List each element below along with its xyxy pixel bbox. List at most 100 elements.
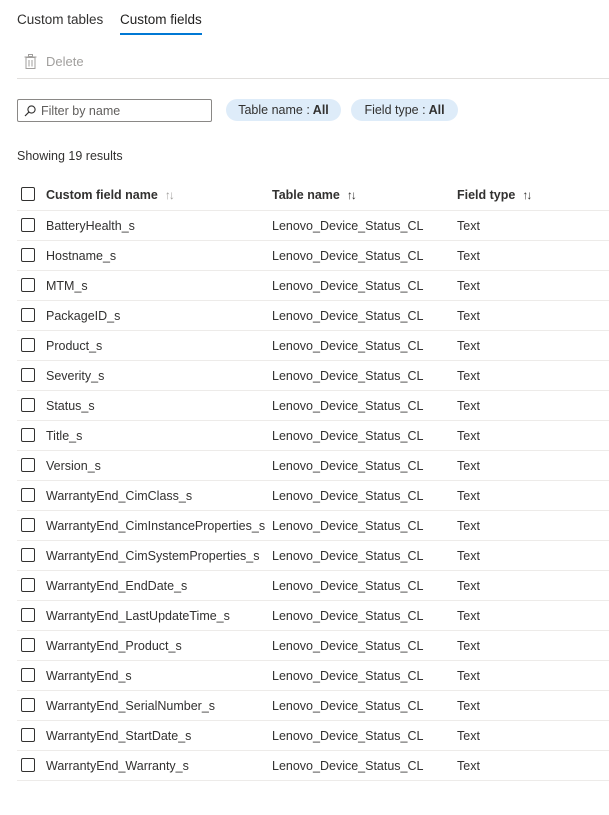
cell-field-type: Text [457,759,480,773]
row-checkbox[interactable] [21,398,35,412]
column-header-custom-field-name[interactable]: Custom field name ↑↓ [46,188,175,202]
cell-field-name: WarrantyEnd_EndDate_s [46,579,188,593]
delete-label: Delete [46,54,84,69]
cell-field-type: Text [457,249,480,263]
cell-field-type: Text [457,429,480,443]
cell-table-name: Lenovo_Device_Status_CL [272,699,424,713]
table-row[interactable]: MTM_s Lenovo_Device_Status_CL Text [17,271,609,301]
cell-table-name: Lenovo_Device_Status_CL [272,549,424,563]
row-checkbox[interactable] [21,308,35,322]
cell-table-name: Lenovo_Device_Status_CL [272,399,424,413]
command-bar: Delete [17,50,609,79]
cell-table-name: Lenovo_Device_Status_CL [272,279,424,293]
table-name-filter-label: Table name : [238,103,310,117]
row-checkbox[interactable] [21,428,35,442]
table-row[interactable]: WarrantyEnd_StartDate_s Lenovo_Device_Sta… [17,721,609,751]
cell-table-name: Lenovo_Device_Status_CL [272,339,424,353]
cell-field-type: Text [457,669,480,683]
row-checkbox[interactable] [21,668,35,682]
row-checkbox[interactable] [21,698,35,712]
table-row[interactable]: WarrantyEnd_SerialNumber_s Lenovo_Device_… [17,691,609,721]
row-checkbox[interactable] [21,578,35,592]
cell-field-name: MTM_s [46,279,88,293]
table-row[interactable]: Severity_s Lenovo_Device_Status_CL Text [17,361,609,391]
column-header-label: Table name [272,188,340,202]
row-checkbox[interactable] [21,548,35,562]
tab-bar: Custom tables Custom fields [17,0,202,36]
row-checkbox[interactable] [21,518,35,532]
field-type-filter-pill[interactable]: Field type : All [351,99,458,121]
cell-table-name: Lenovo_Device_Status_CL [272,489,424,503]
table-row[interactable]: WarrantyEnd_s Lenovo_Device_Status_CL Text [17,661,609,691]
filter-search-box[interactable] [17,99,212,122]
table-body: BatteryHealth_s Lenovo_Device_Status_CL Te… [17,211,609,781]
cell-table-name: Lenovo_Device_Status_CL [272,579,424,593]
table-row[interactable]: Version_s Lenovo_Device_Status_CL Text [17,451,609,481]
row-checkbox[interactable] [21,248,35,262]
cell-field-type: Text [457,459,480,473]
row-checkbox[interactable] [21,608,35,622]
search-icon [24,104,36,116]
table-row[interactable]: Hostname_s Lenovo_Device_Status_CL Text [17,241,609,271]
cell-field-type: Text [457,579,480,593]
cell-table-name: Lenovo_Device_Status_CL [272,759,424,773]
row-checkbox[interactable] [21,458,35,472]
table-row[interactable]: PackageID_s Lenovo_Device_Status_CL Text [17,301,609,331]
row-checkbox[interactable] [21,638,35,652]
cell-field-name: PackageID_s [46,309,121,323]
sort-icon: ↑↓ [346,188,357,202]
cell-field-name: Status_s [46,399,95,413]
column-header-field-type[interactable]: Field type ↑↓ [457,188,532,202]
tab-custom-tables[interactable]: Custom tables [17,0,120,36]
cell-field-type: Text [457,279,480,293]
table-row[interactable]: BatteryHealth_s Lenovo_Device_Status_CL Te… [17,211,609,241]
field-type-filter-value: All [428,103,445,117]
table-name-filter-value: All [312,103,329,117]
cell-field-type: Text [457,639,480,653]
cell-table-name: Lenovo_Device_Status_CL [272,249,424,263]
row-checkbox[interactable] [21,488,35,502]
select-all-checkbox[interactable] [21,187,35,201]
cell-field-name: Severity_s [46,369,105,383]
table-row[interactable]: WarrantyEnd_CimInstanceProperties_s Lenov… [17,511,609,541]
table-row[interactable]: WarrantyEnd_Product_s Lenovo_Device_Statu… [17,631,609,661]
table-row[interactable]: WarrantyEnd_CimSystemProperties_s Lenovo_… [17,541,609,571]
cell-table-name: Lenovo_Device_Status_CL [272,429,424,443]
cell-table-name: Lenovo_Device_Status_CL [272,669,424,683]
row-checkbox[interactable] [21,728,35,742]
cell-field-name: WarrantyEnd_CimInstanceProperties_s [46,519,266,533]
table-row[interactable]: WarrantyEnd_LastUpdateTime_s Lenovo_Devic… [17,601,609,631]
table-row[interactable]: WarrantyEnd_Warranty_s Lenovo_Device_Stat… [17,751,609,781]
cell-field-name: WarrantyEnd_Product_s [46,639,182,653]
field-type-filter-label: Field type : [364,103,426,117]
table-row[interactable]: Status_s Lenovo_Device_Status_CL Text [17,391,609,421]
table-row[interactable]: WarrantyEnd_CimClass_s Lenovo_Device_Stat… [17,481,609,511]
row-checkbox[interactable] [21,278,35,292]
tab-custom-fields[interactable]: Custom fields [120,0,202,36]
table-row[interactable]: WarrantyEnd_EndDate_s Lenovo_Device_Statu… [17,571,609,601]
cell-field-type: Text [457,219,480,233]
cell-field-type: Text [457,699,480,713]
cell-field-name: Product_s [46,339,103,353]
row-checkbox[interactable] [21,338,35,352]
cell-field-type: Text [457,339,480,353]
cell-field-name: WarrantyEnd_LastUpdateTime_s [46,609,230,623]
cell-field-type: Text [457,729,480,743]
cell-field-name: WarrantyEnd_CimSystemProperties_s [46,549,260,563]
cell-table-name: Lenovo_Device_Status_CL [272,639,424,653]
cell-field-type: Text [457,489,480,503]
column-header-table-name[interactable]: Table name ↑↓ [272,188,357,202]
delete-button[interactable]: Delete [24,54,84,69]
table-name-filter-pill[interactable]: Table name : All [226,99,341,121]
cell-field-name: WarrantyEnd_Warranty_s [46,759,189,773]
search-input[interactable] [41,103,201,118]
table-row[interactable]: Product_s Lenovo_Device_Status_CL Text [17,331,609,361]
row-checkbox[interactable] [21,368,35,382]
sort-icon: ↑↓ [522,188,532,202]
cell-field-type: Text [457,519,480,533]
cell-field-type: Text [457,549,480,563]
cell-field-name: WarrantyEnd_s [46,669,132,683]
row-checkbox[interactable] [21,758,35,772]
row-checkbox[interactable] [21,218,35,232]
table-row[interactable]: Title_s Lenovo_Device_Status_CL Text [17,421,609,451]
